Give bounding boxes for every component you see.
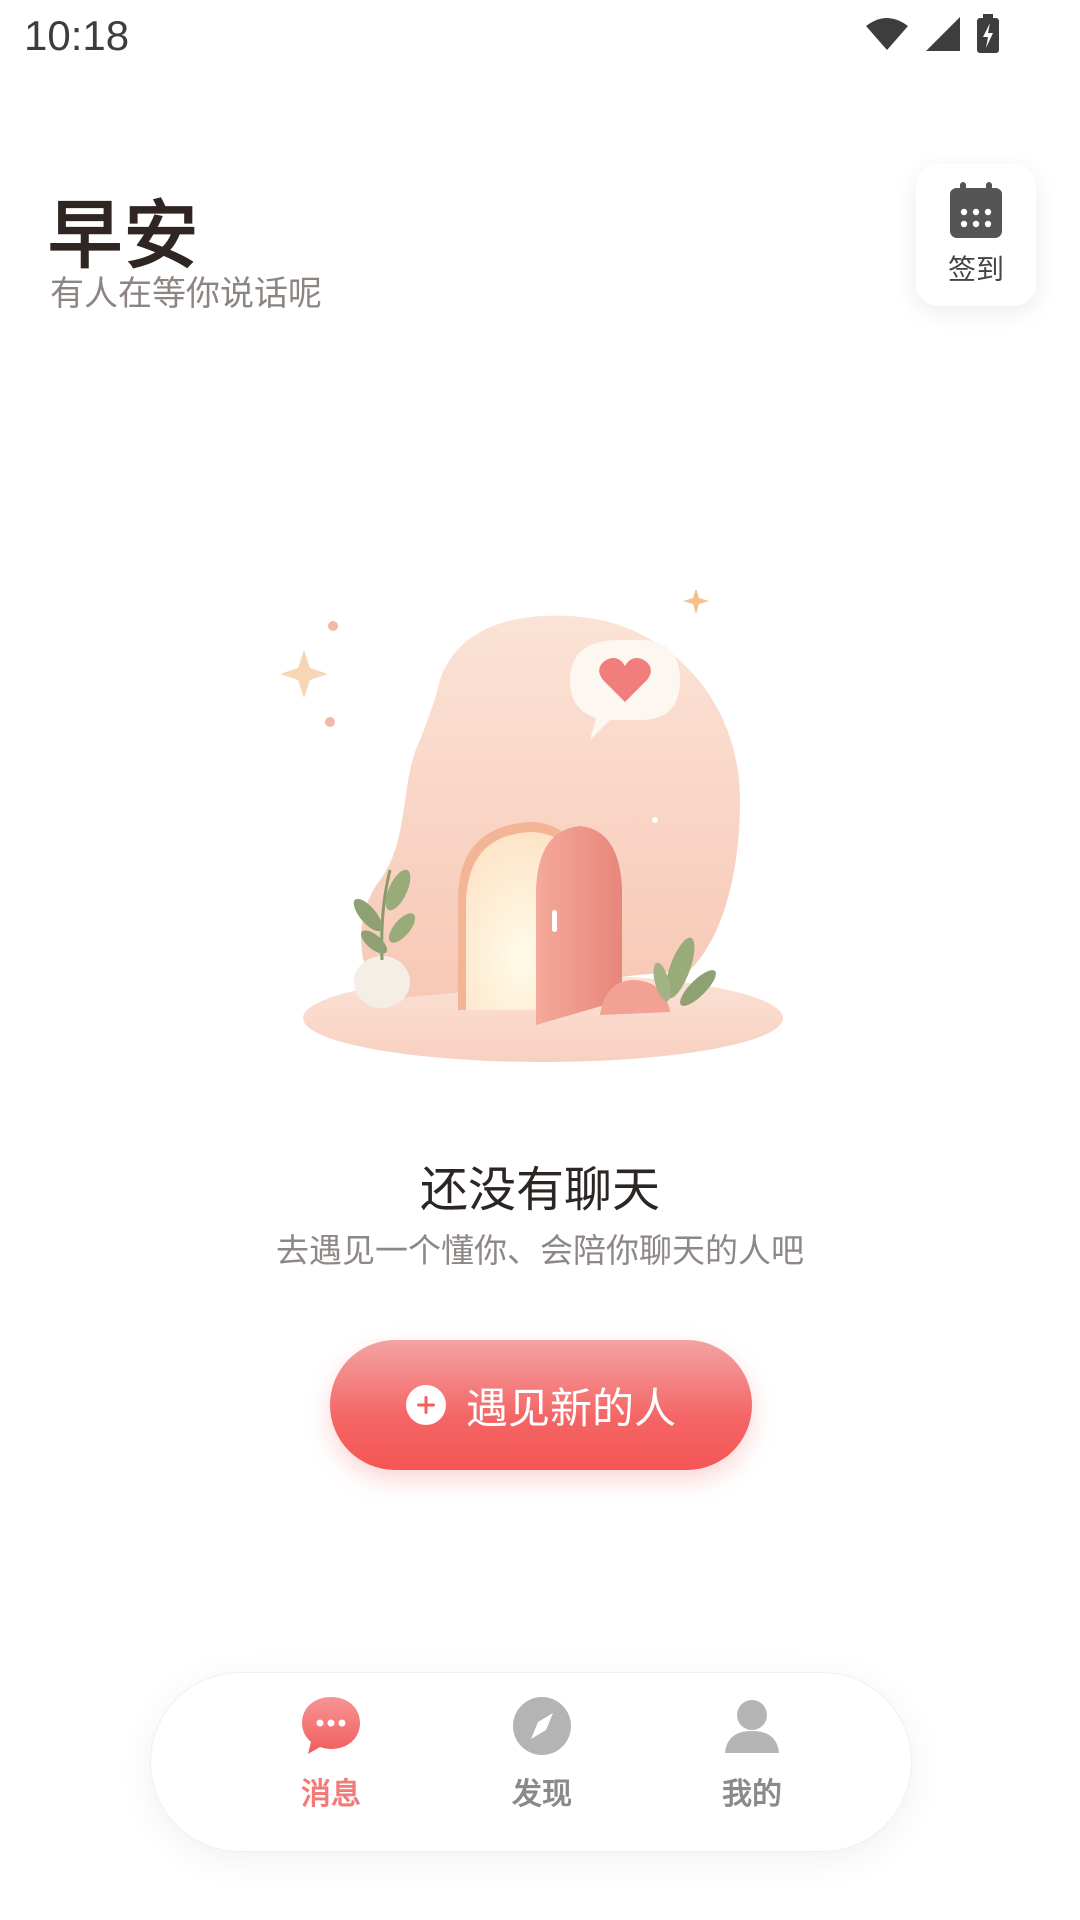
tab-messages[interactable]: 消息 <box>256 1695 406 1813</box>
chat-bubble-icon <box>302 1697 360 1754</box>
checkin-label: 签到 <box>947 253 1004 286</box>
plus-icon <box>405 1385 446 1425</box>
status-icons <box>864 14 1000 54</box>
status-bar: 10:18 <box>0 0 1080 72</box>
compass-icon <box>513 1697 571 1755</box>
tab-messages-label: 消息 <box>301 1777 361 1812</box>
tab-mine[interactable]: 我的 <box>677 1695 827 1813</box>
battery-charging-icon <box>977 14 999 53</box>
meet-new-people-button[interactable]: 遇见新的人 <box>330 1340 752 1470</box>
calendar-icon <box>950 182 1002 238</box>
empty-state-title: 还没有聊天 <box>419 1162 660 1218</box>
checkin-button[interactable]: 签到 <box>916 164 1036 306</box>
bottom-nav: 消息 发现 我的 <box>150 1672 912 1852</box>
greeting-subtitle: 有人在等你说话呢 <box>50 274 322 314</box>
person-icon <box>725 1700 779 1753</box>
empty-state-description: 去遇见一个懂你、会陪你聊天的人吧 <box>276 1231 804 1270</box>
meet-new-people-label: 遇见新的人 <box>465 1383 676 1433</box>
tab-discover[interactable]: 发现 <box>467 1695 617 1813</box>
wifi-icon <box>866 18 908 50</box>
empty-chat-illustration <box>280 590 783 1062</box>
status-time: 10:18 <box>24 12 130 59</box>
tab-discover-label: 发现 <box>512 1777 572 1812</box>
tab-mine-label: 我的 <box>722 1777 782 1812</box>
cellular-signal-icon <box>926 17 960 51</box>
